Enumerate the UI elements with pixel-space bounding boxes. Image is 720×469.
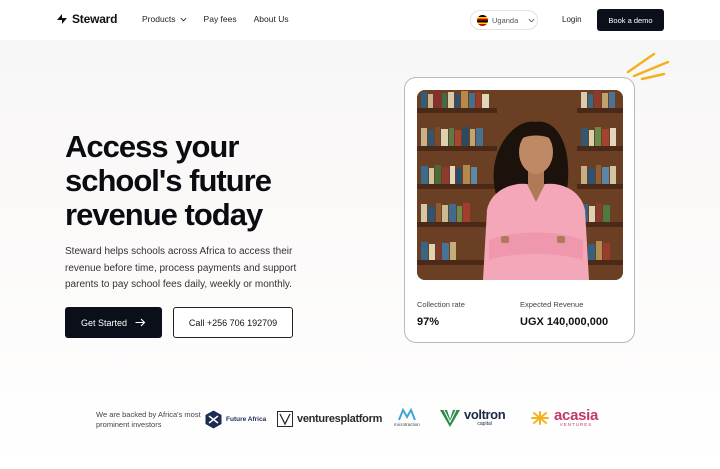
- steward-logo-icon: [57, 14, 67, 24]
- brand-logo[interactable]: Steward: [56, 12, 117, 26]
- ventures-platform-logo: venturesplatform: [277, 411, 382, 427]
- get-started-label: Get Started: [80, 317, 128, 328]
- uganda-flag-icon: [477, 14, 488, 26]
- country-selector[interactable]: Uganda: [470, 10, 538, 30]
- chevron-down-icon: [180, 17, 186, 21]
- collection-rate-label: Collection rate: [417, 300, 465, 309]
- voltron-name: voltron: [464, 407, 506, 422]
- ventures-platform-name: venturesplatform: [297, 413, 383, 425]
- nav-products[interactable]: Products: [142, 14, 187, 24]
- acasia-logo: acasia VENTURES: [530, 407, 599, 427]
- chevron-down-icon: [528, 18, 535, 22]
- acasia-icon: [531, 411, 549, 425]
- future-africa-icon: [205, 410, 222, 429]
- nav-about-us-label: About Us: [253, 14, 289, 24]
- nav-products-label: Products: [142, 14, 176, 24]
- nav-links: Products Pay fees About Us: [142, 14, 289, 24]
- nav-pay-fees-label: Pay fees: [203, 14, 237, 24]
- country-label: Uganda: [492, 15, 519, 25]
- top-navbar: Steward Products Pay fees About Us Ugand…: [0, 0, 720, 40]
- collection-rate-value: 97%: [417, 316, 440, 328]
- acasia-sub: VENTURES: [559, 422, 593, 427]
- login-link[interactable]: Login: [562, 15, 582, 24]
- microtraction-logo: microtraction: [394, 408, 420, 427]
- backers-caption: We are backed by Africa's most prominent…: [96, 410, 201, 429]
- accent-spark-icon: [626, 52, 670, 81]
- expected-revenue-value: UGX 140,000,000: [520, 316, 609, 328]
- stats-card: Collection rate 97% Expected Revenue UGX…: [404, 77, 635, 343]
- call-button[interactable]: Call +256 706 192709: [173, 307, 293, 338]
- voltron-icon: [440, 409, 460, 427]
- hero-headline: Access your school's future revenue toda…: [65, 129, 272, 232]
- microtraction-icon: [397, 408, 416, 421]
- nav-pay-fees[interactable]: Pay fees: [204, 14, 237, 24]
- future-africa-name: Future Africa: [226, 416, 267, 423]
- ventures-platform-icon: [277, 411, 293, 427]
- get-started-button[interactable]: Get Started: [65, 307, 162, 338]
- brand-name: Steward: [72, 12, 118, 26]
- bookshelf-portrait-image: [417, 90, 623, 280]
- acasia-name: acasia: [554, 407, 599, 424]
- hero-photo: [417, 90, 623, 280]
- microtraction-name: microtraction: [394, 422, 420, 427]
- future-africa-logo: Future Africa: [205, 410, 266, 429]
- hero-subtext: Steward helps schools across Africa to a…: [65, 246, 297, 290]
- voltron-logo: voltron capital: [440, 407, 506, 427]
- arrow-right-icon: [135, 318, 146, 327]
- book-demo-button[interactable]: Book a demo: [597, 9, 664, 31]
- expected-revenue-label: Expected Revenue: [520, 300, 584, 309]
- nav-about-us[interactable]: About Us: [254, 14, 289, 24]
